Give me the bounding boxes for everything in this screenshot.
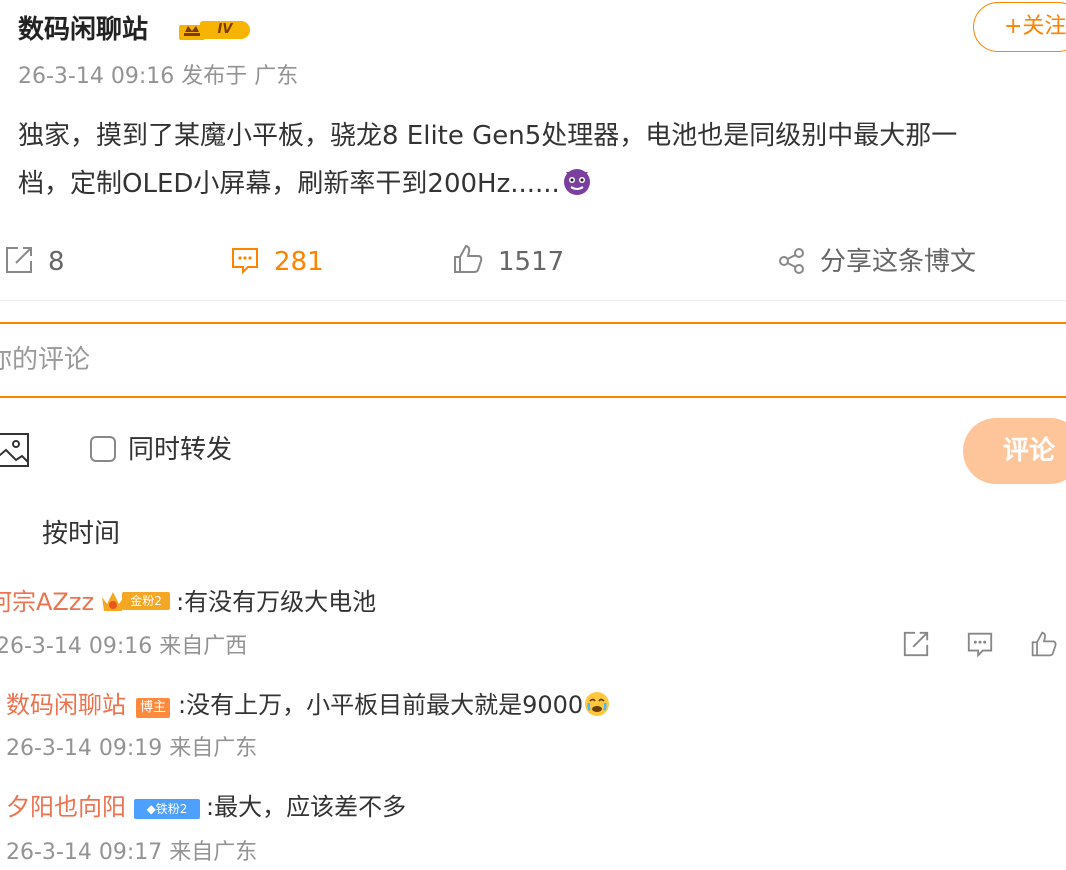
like-action[interactable]: 1517: [452, 242, 564, 282]
comment-input[interactable]: [0, 322, 1066, 398]
reply-username[interactable]: 数码闲聊站: [6, 691, 126, 719]
repost-checkbox-label[interactable]: 同时转发: [128, 432, 232, 468]
repost-count: 8: [48, 247, 65, 277]
comment-action[interactable]: 281: [230, 242, 324, 282]
post-text: 独家，摸到了某魔小平板，骁龙8 Elite Gen5处理器，电池也是同级别中最大…: [18, 112, 1066, 208]
repost-icon: [6, 247, 32, 273]
reply-text: :最大，应该差不多: [206, 793, 407, 821]
submit-comment-button[interactable]: 评论: [963, 418, 1066, 484]
reply-meta: 26-3-14 09:17 来自广东: [6, 840, 258, 865]
fan-badge: 金粉2: [100, 589, 172, 613]
follow-button[interactable]: +关注: [973, 2, 1066, 52]
repost-checkbox[interactable]: [90, 436, 116, 462]
devil-emoji-icon: [563, 169, 590, 195]
like-icon: [454, 244, 483, 273]
comment-count: 281: [274, 247, 324, 277]
repost-action[interactable]: 8: [4, 242, 65, 282]
fan-badge: ◆铁粉2: [134, 799, 200, 819]
like-count: 1517: [498, 247, 565, 277]
share-action[interactable]: 分享这条博文: [778, 242, 976, 282]
vip-level: IV: [200, 21, 250, 39]
post-text-line: 档，定制OLED小屏幕，刷新率干到200Hz......: [18, 160, 1066, 208]
comment-input-placeholder: 你的评论: [0, 345, 91, 375]
post-text-line: 独家，摸到了某魔小平板，骁龙8 Elite Gen5处理器，电池也是同级别中最大…: [18, 121, 958, 151]
reply-username[interactable]: 夕阳也向阳: [6, 793, 126, 821]
reply-meta: 26-3-14 09:19 来自广东: [6, 736, 258, 761]
crying-emoji-icon: [585, 692, 610, 716]
post-author[interactable]: 数码闲聊站: [18, 12, 148, 48]
image-icon[interactable]: [0, 432, 32, 470]
comment-icon[interactable]: [966, 630, 994, 658]
divider: [0, 300, 1066, 301]
share-icon: [779, 248, 804, 274]
comment-meta: 26-3-14 09:16 来自广西: [0, 634, 248, 659]
vip-badge: IV: [170, 16, 256, 44]
post-meta: 26-3-14 09:16 发布于 广东: [18, 64, 299, 89]
blogger-badge: 博主: [136, 698, 170, 718]
post-text-line-content: 档，定制OLED小屏幕，刷新率干到200Hz......: [18, 169, 560, 199]
comment-icon: [232, 248, 258, 275]
comment-username[interactable]: 何宗AZzz: [0, 588, 94, 616]
sort-by-time[interactable]: 按时间: [42, 516, 120, 552]
fan-badge-label: 金粉2: [122, 592, 171, 610]
share-label: 分享这条博文: [820, 247, 977, 277]
reply-item: 夕阳也向阳 ◆铁粉2 :最大，应该差不多: [6, 790, 406, 824]
reply-item: 数码闲聊站 博主 :没有上万，小平板目前最大就是9000: [6, 688, 611, 722]
comment-text: :有没有万级大电池: [176, 588, 377, 616]
reply-text: :没有上万，小平板目前最大就是9000: [178, 691, 584, 719]
like-icon[interactable]: [1030, 630, 1058, 658]
comment-item: 何宗AZzz 金粉2 :有没有万级大电池: [0, 585, 376, 619]
repost-icon[interactable]: [902, 630, 930, 658]
